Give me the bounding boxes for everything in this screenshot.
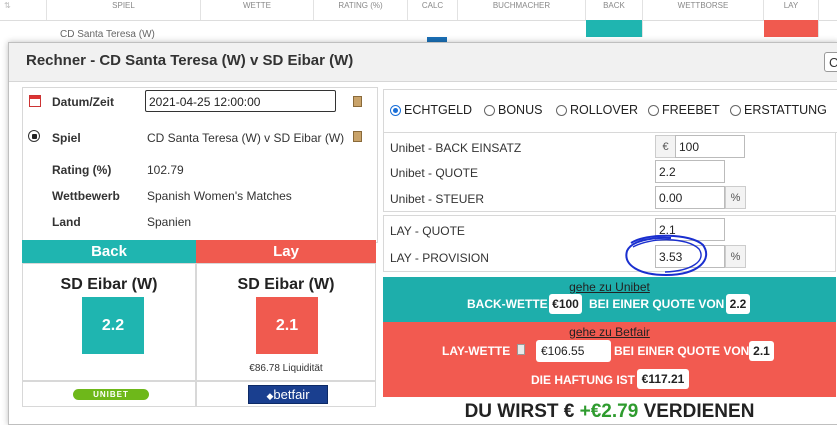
back-panel: SD Eibar (W) 2.2	[22, 263, 196, 381]
modal-header: Rechner - CD Santa Teresa (W) v SD Eibar…	[9, 43, 837, 82]
lay-result-odds-text: BEI EINER QUOTE VON	[614, 344, 750, 358]
profit-summary: DU WIRST € +€2.79 VERDIENEN	[383, 401, 836, 423]
exchange-logo-box: ◆betfair	[196, 381, 376, 407]
back-odds-label: Unibet - QUOTE	[390, 166, 479, 180]
back-selection: SD Eibar (W)	[60, 276, 158, 293]
profit-post: VERDIENEN	[643, 401, 755, 422]
back-result-odds-text: BEI EINER QUOTE VON	[589, 297, 725, 311]
lay-odds-tile[interactable]: 2.1	[256, 297, 318, 354]
mode-erstattung[interactable]: ERSTATTUNG	[730, 103, 827, 117]
date-label: Datum/Zeit	[52, 95, 115, 109]
mode-echtgeld[interactable]: ECHTGELD	[390, 103, 472, 117]
profit-pre: DU WIRST €	[464, 401, 575, 422]
back-result-text: BACK-WETTE	[467, 297, 548, 311]
back-tax-suffix: %	[725, 186, 746, 209]
country-value: Spanien	[147, 215, 192, 229]
back-tax-input[interactable]: 0.00	[655, 186, 725, 209]
calendar-icon	[29, 95, 41, 107]
lay-result-stake[interactable]: €106.55	[536, 340, 611, 362]
copy-event-icon[interactable]	[353, 131, 362, 142]
betfair-logo[interactable]: ◆betfair	[248, 385, 328, 404]
copy-date-icon[interactable]	[353, 96, 362, 107]
mode-bonus[interactable]: BONUS	[484, 103, 542, 117]
bg-back-cell	[586, 20, 643, 37]
back-stake-input[interactable]: 100	[675, 135, 745, 158]
annotation-circle	[625, 234, 708, 277]
back-tax-label: Unibet - STEUER	[390, 192, 485, 206]
competition-label: Wettbewerb	[52, 189, 120, 203]
bg-col-rating[interactable]: RATING (%)	[314, 0, 408, 20]
back-header: Back	[22, 240, 196, 263]
back-inputs-panel: Unibet - BACK EINSATZ € 100 Unibet - QUO…	[383, 132, 836, 212]
betfair-logo-text: betfair	[273, 387, 310, 402]
rating-value: 102.79	[147, 163, 184, 177]
bg-col-wette[interactable]: WETTE	[201, 0, 314, 20]
mode-rollover-label: ROLLOVER	[570, 103, 639, 117]
competition-value: Spanish Women's Matches	[147, 189, 292, 203]
bg-col-wettborse[interactable]: WETTBORSE	[643, 0, 764, 20]
unibet-link[interactable]: gehe zu Unibet	[569, 280, 650, 294]
bg-col-spiel[interactable]: SPIEL	[47, 0, 201, 20]
bg-row-text: CD Santa Teresa (W)	[60, 29, 155, 40]
mode-rollover[interactable]: ROLLOVER	[556, 103, 638, 117]
background-table-header: ⇅ SPIEL WETTE RATING (%) CALC BUCHMACHER…	[0, 0, 837, 21]
lay-commission-label: LAY - PROVISION	[390, 251, 489, 265]
lay-result-text: LAY-WETTE	[442, 344, 511, 358]
lay-inputs-panel: LAY - QUOTE 2.1 LAY - PROVISION 3.53 %	[383, 215, 836, 272]
mode-echtgeld-label: ECHTGELD	[404, 103, 473, 117]
back-stake-label: Unibet - BACK EINSATZ	[390, 141, 522, 155]
bookmaker-logo-box: UNIBET	[22, 381, 196, 407]
bg-col-lay[interactable]: LAY	[764, 0, 819, 20]
unibet-logo[interactable]: UNIBET	[73, 389, 149, 400]
lay-odds-label: LAY - QUOTE	[390, 224, 465, 238]
soccer-ball-icon	[28, 130, 40, 142]
bg-lay-cell	[764, 20, 819, 37]
lay-panel: SD Eibar (W) 2.1 €86.78 Liquidität	[196, 263, 376, 381]
lay-commission-suffix: %	[725, 245, 746, 268]
back-result-band: gehe zu Unibet BACK-WETTE €100 BEI EINER…	[383, 277, 836, 322]
lay-liquidity: €86.78 Liquidität	[249, 363, 323, 374]
back-odds-input[interactable]: 2.2	[655, 160, 725, 183]
event-label: Spiel	[52, 131, 81, 145]
lay-header: Lay	[196, 240, 376, 263]
mode-erstattung-label: ERSTATTUNG	[744, 103, 827, 117]
bg-col-calc[interactable]: CALC	[408, 0, 458, 20]
calculator-modal: Rechner - CD Santa Teresa (W) v SD Eibar…	[8, 42, 837, 425]
lay-result-odds: 2.1	[749, 341, 774, 361]
bg-col-buchmacher[interactable]: BUCHMACHER	[458, 0, 586, 20]
radio-selected-icon[interactable]	[390, 105, 401, 116]
bg-col-back[interactable]: BACK	[586, 0, 643, 20]
back-result-stake: €100	[549, 294, 582, 314]
liability-text: DIE HAFTUNG IST	[531, 373, 635, 387]
mode-options-panel: ECHTGELD BONUS ROLLOVER FREEBET ERSTATTU…	[383, 89, 837, 133]
liability-value: €117.21	[637, 369, 689, 389]
mode-freebet[interactable]: FREEBET	[648, 103, 720, 117]
bg-col-sort: ⇅	[0, 0, 47, 20]
betfair-link[interactable]: gehe zu Betfair	[569, 325, 650, 339]
modal-title: Rechner - CD Santa Teresa (W) v SD Eibar…	[26, 52, 354, 69]
radio-icon[interactable]	[484, 105, 495, 116]
mode-freebet-label: FREEBET	[662, 103, 720, 117]
back-odds-tile[interactable]: 2.2	[82, 297, 144, 354]
back-stake-prefix: €	[655, 135, 676, 158]
copy-lay-stake-icon[interactable]	[517, 344, 525, 355]
radio-icon[interactable]	[648, 105, 659, 116]
mode-bonus-label: BONUS	[498, 103, 543, 117]
rating-label: Rating (%)	[52, 163, 112, 177]
event-info-panel: Datum/Zeit 2021-04-25 12:00:00 Spiel CD …	[22, 87, 378, 243]
lay-result-band: gehe zu Betfair LAY-WETTE €106.55 BEI EI…	[383, 322, 836, 397]
radio-icon[interactable]	[556, 105, 567, 116]
close-button[interactable]: C	[824, 52, 837, 72]
back-result-odds: 2.2	[726, 294, 750, 314]
event-value: CD Santa Teresa (W) v SD Eibar (W)	[147, 131, 345, 145]
date-input[interactable]: 2021-04-25 12:00:00	[145, 90, 336, 112]
lay-selection: SD Eibar (W)	[237, 276, 335, 293]
radio-icon[interactable]	[730, 105, 741, 116]
country-label: Land	[52, 215, 81, 229]
profit-amount: +€2.79	[579, 401, 639, 422]
